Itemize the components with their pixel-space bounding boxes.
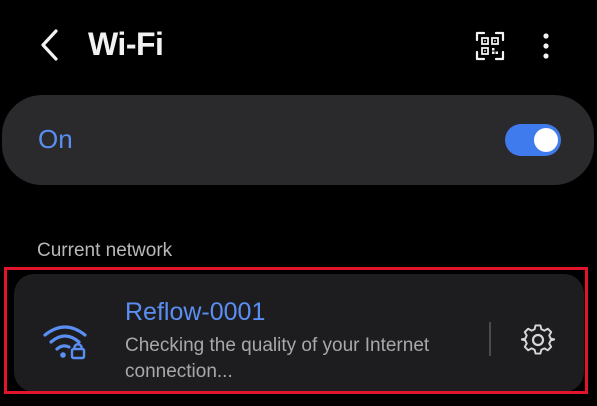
wifi-toggle-label: On [38,124,73,154]
back-button[interactable] [30,25,70,65]
wifi-toggle-switch[interactable] [505,124,561,156]
chevron-left-icon [41,29,58,61]
app-header: Wi-Fi [0,0,597,92]
section-title-current-network: Current network [37,240,173,261]
more-vertical-icon [543,33,549,59]
switch-knob [534,128,558,152]
page-title: Wi-Fi [88,26,164,62]
qr-code-button[interactable] [470,26,510,66]
highlight-frame [4,267,588,394]
qr-code-scan-icon [475,31,505,61]
more-options-button[interactable] [530,26,562,66]
wifi-toggle-row[interactable]: On [2,95,594,185]
